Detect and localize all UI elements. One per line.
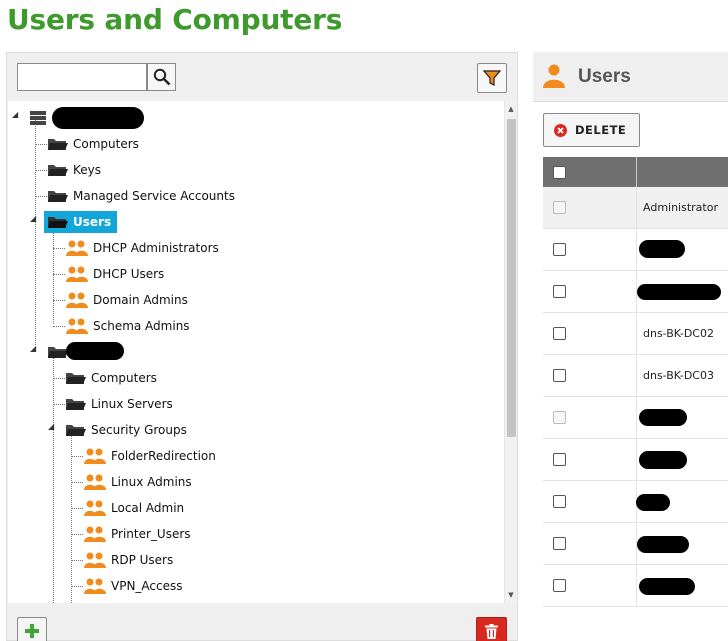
expand-users-arrow[interactable]: ◢ xyxy=(30,215,38,223)
tree-item-computers-2[interactable]: Computers xyxy=(66,367,157,389)
delete-tree-item-button[interactable] xyxy=(476,617,507,641)
row-checkbox[interactable] xyxy=(553,285,566,298)
delete-circle-icon xyxy=(554,123,567,137)
row-name: dns-BK-DC03 xyxy=(643,369,714,382)
search-icon xyxy=(153,68,170,86)
tree-item-keys[interactable]: Keys xyxy=(48,159,101,181)
server-icon xyxy=(30,111,46,125)
redacted-name xyxy=(639,451,687,469)
delete-label: DELETE xyxy=(575,123,627,137)
row-checkbox[interactable] xyxy=(553,243,566,256)
tree-item-rdp-users[interactable]: RDP Users xyxy=(84,549,173,571)
delete-button[interactable]: DELETE xyxy=(543,113,640,147)
tree-item-dhcp-users[interactable]: DHCP Users xyxy=(66,263,164,285)
table-row[interactable]: dns-BK-DC02 xyxy=(543,313,728,355)
redacted-name xyxy=(639,409,687,426)
redacted-name xyxy=(637,536,689,553)
tree-panel: ◢ ◢ ◢ ◢ Computers Keys Managed Service A… xyxy=(6,52,518,641)
folder-open-icon xyxy=(66,423,86,437)
table-row[interactable] xyxy=(543,271,728,313)
group-icon xyxy=(66,292,88,308)
redacted-name xyxy=(639,578,695,595)
search-input[interactable] xyxy=(17,63,147,91)
folder-icon xyxy=(48,345,68,359)
tree-scrollbar[interactable]: ▲ ▼ xyxy=(504,101,517,603)
tree-item-printer-users[interactable]: Printer_Users xyxy=(84,523,191,545)
tree-item-linux-admins[interactable]: Linux Admins xyxy=(84,471,192,493)
tree-item-schema-admins[interactable]: Schema Admins xyxy=(66,315,190,337)
table-row[interactable] xyxy=(543,439,728,481)
redacted-name xyxy=(636,494,670,511)
redacted-ou-name xyxy=(66,342,124,360)
add-button[interactable] xyxy=(17,617,47,641)
tree-item-linux-servers[interactable]: Linux Servers xyxy=(66,393,173,415)
trash-icon xyxy=(485,623,498,639)
tree-item-domain-admins[interactable]: Domain Admins xyxy=(66,289,188,311)
row-checkbox[interactable] xyxy=(553,453,566,466)
row-checkbox[interactable] xyxy=(553,537,566,550)
folder-icon xyxy=(48,189,68,203)
row-name: dns-BK-DC02 xyxy=(643,327,714,340)
filter-icon xyxy=(483,70,501,86)
tree-item-computers[interactable]: Computers xyxy=(48,133,139,155)
row-checkbox xyxy=(553,201,566,214)
table-row[interactable] xyxy=(543,523,728,565)
table-row[interactable] xyxy=(543,397,728,439)
tree-item-vpn-access[interactable]: VPN_Access xyxy=(84,575,183,597)
group-icon xyxy=(84,474,106,490)
row-checkbox[interactable] xyxy=(553,495,566,508)
tree-item-folderredirection[interactable]: FolderRedirection xyxy=(84,445,216,467)
search-button[interactable] xyxy=(147,63,176,91)
page-title: Users and Computers xyxy=(7,3,343,36)
expand-security-groups-arrow[interactable]: ◢ xyxy=(48,423,56,431)
plus-icon xyxy=(25,624,39,638)
expand-root-arrow[interactable]: ◢ xyxy=(12,111,20,119)
folder-open-icon xyxy=(48,215,68,229)
row-name: Administrator xyxy=(643,201,718,214)
group-icon xyxy=(66,240,88,256)
select-all-checkbox[interactable] xyxy=(553,166,566,179)
table-row[interactable] xyxy=(543,229,728,271)
table-row[interactable] xyxy=(543,565,728,607)
tree-item-dhcp-administrators[interactable]: DHCP Administrators xyxy=(66,237,219,259)
row-checkbox[interactable] xyxy=(553,579,566,592)
tree-bottom-bar xyxy=(7,605,517,641)
users-panel: Users DELETE Administrator dns-BK-DC02 d… xyxy=(533,52,728,641)
row-checkbox xyxy=(553,411,566,424)
tree-root[interactable] xyxy=(30,107,51,129)
redacted-domain-name xyxy=(52,107,144,129)
group-icon xyxy=(84,500,106,516)
tree-item-managed-service-accounts[interactable]: Managed Service Accounts xyxy=(48,185,235,207)
filter-button[interactable] xyxy=(477,63,507,93)
scroll-thumb[interactable] xyxy=(507,119,516,437)
folder-icon xyxy=(66,397,86,411)
table-row[interactable] xyxy=(543,481,728,523)
user-icon xyxy=(543,64,565,91)
folder-icon xyxy=(48,137,68,151)
folder-icon xyxy=(48,163,68,177)
row-checkbox[interactable] xyxy=(553,327,566,340)
users-panel-title: Users xyxy=(578,66,631,87)
table-row[interactable]: dns-BK-DC03 xyxy=(543,355,728,397)
folder-icon xyxy=(66,371,86,385)
scroll-up-arrow[interactable]: ▲ xyxy=(505,103,517,115)
table-header xyxy=(543,157,728,187)
tree-item-security-groups[interactable]: Security Groups xyxy=(66,419,187,441)
tree-item-users[interactable]: Users xyxy=(44,211,118,233)
redacted-name xyxy=(637,284,721,300)
users-panel-header: Users xyxy=(533,52,728,102)
scroll-down-arrow[interactable]: ▼ xyxy=(505,589,517,601)
row-checkbox[interactable] xyxy=(553,369,566,382)
group-icon xyxy=(66,318,88,334)
tree-item-local-admin[interactable]: Local Admin xyxy=(84,497,184,519)
group-icon xyxy=(84,448,106,464)
group-icon xyxy=(84,552,106,568)
group-icon xyxy=(84,578,106,594)
group-icon xyxy=(84,526,106,542)
tree-view: ◢ ◢ ◢ ◢ Computers Keys Managed Service A… xyxy=(8,101,517,603)
group-icon xyxy=(66,266,88,282)
expand-redacted-arrow[interactable]: ◢ xyxy=(30,345,38,353)
table-row[interactable]: Administrator xyxy=(543,187,728,229)
redacted-name xyxy=(639,240,685,258)
